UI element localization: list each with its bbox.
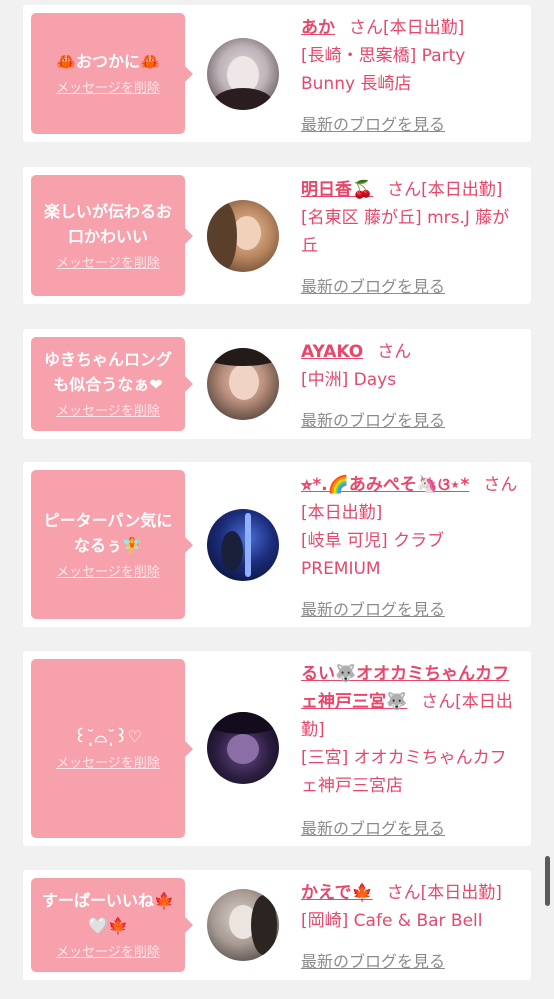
message-bubble: すーぱーいいね🍁🤍🍁 メッセージを削除 xyxy=(31,878,193,972)
shop-name: [中洲] Days xyxy=(301,370,397,390)
shop-name: [長崎・思案橋] Party Bunny 長崎店 xyxy=(301,46,466,94)
avatar[interactable] xyxy=(207,348,279,420)
girl-info: ⭐︎*.🌈あみぺそ🦄ଓ⋆* さん [本日出勤] [岐阜 可児] クラブPREMIUM xyxy=(301,471,523,583)
message-bubble: ゆきちゃんロングも似合うなぁ❤ メッセージを削除 xyxy=(31,337,193,431)
message-bubble: 🦀おつかに🦀 メッセージを削除 xyxy=(31,13,193,134)
delete-message-link[interactable]: メッセージを削除 xyxy=(56,944,160,962)
status-badge: [本日出勤] xyxy=(383,18,465,38)
avatar[interactable] xyxy=(207,200,279,272)
status-badge: [本日出勤] xyxy=(421,180,503,200)
list-item: ゆきちゃんロングも似合うなぁ❤ メッセージを削除 AYAKO さん [中洲] Da… xyxy=(23,329,531,439)
latest-blog-link[interactable]: 最新のブログを見る xyxy=(301,948,445,972)
honorific: さん xyxy=(483,475,518,495)
girl-info: AYAKO さん [中洲] Days xyxy=(301,338,523,394)
message-text: すーぱーいいね🍁🤍🍁 xyxy=(42,891,174,935)
list-item: ピーターパン気になるぅ🧚 メッセージを削除 ⭐︎*.🌈あみぺそ🦄ଓ⋆* さん [本日… xyxy=(23,462,531,627)
girl-info: 明日香🍒 さん[本日出勤] [名東区 藤が丘] mrs.J 藤が丘 xyxy=(301,176,523,260)
delete-message-link[interactable]: メッセージを削除 xyxy=(56,403,160,421)
girl-info: るい🐺オオカミちゃんカフェ神戸三宮🐺 さん[本日出勤] [三宮] オオカミちゃんカ… xyxy=(301,660,523,800)
honorific: さん xyxy=(377,342,412,362)
honorific: さん xyxy=(386,883,421,903)
list-item: 楽しいが伝わるお口かわいい メッセージを削除 明日香🍒 さん[本日出勤] [名東区… xyxy=(23,167,531,304)
latest-blog-link[interactable]: 最新のブログを見る xyxy=(301,111,445,135)
latest-blog-link[interactable]: 最新のブログを見る xyxy=(301,815,445,839)
scrollbar[interactable] xyxy=(545,856,550,906)
girl-name-link[interactable]: かえで🍁 xyxy=(301,883,373,903)
delete-message-link[interactable]: メッセージを削除 xyxy=(56,80,160,98)
status-badge: [本日出勤] xyxy=(420,883,502,903)
shop-name: [名東区 藤が丘] mrs.J 藤が丘 xyxy=(301,208,510,256)
latest-blog-link[interactable]: 最新のブログを見る xyxy=(301,273,445,297)
message-bubble: ピーターパン気になるぅ🧚 メッセージを削除 xyxy=(31,470,193,619)
avatar[interactable] xyxy=(207,509,279,581)
delete-message-link[interactable]: メッセージを削除 xyxy=(56,255,160,273)
message-bubble: 楽しいが伝わるお口かわいい メッセージを削除 xyxy=(31,175,193,296)
list-item: ꒰˘̩̩̩⌓˘̩̩̩꒱♡ メッセージを削除 るい🐺オオカミちゃんカフェ神戸三宮🐺… xyxy=(23,651,531,846)
honorific: さん xyxy=(349,18,383,38)
shop-name: [三宮] オオカミちゃんカフェ神戸三宮店 xyxy=(301,748,507,796)
list-item: すーぱーいいね🍁🤍🍁 メッセージを削除 かえで🍁 さん[本日出勤] [岡崎] Ca… xyxy=(23,870,531,980)
status-badge: [本日出勤] xyxy=(301,503,383,523)
honorific: さん xyxy=(387,180,422,200)
latest-blog-link[interactable]: 最新のブログを見る xyxy=(301,596,445,620)
girl-info: あか さん[本日出勤] [長崎・思案橋] Party Bunny 長崎店 xyxy=(301,14,523,98)
message-text: ꒰˘̩̩̩⌓˘̩̩̩꒱♡ xyxy=(74,727,142,746)
delete-message-link[interactable]: メッセージを削除 xyxy=(56,755,160,773)
girl-name-link[interactable]: 明日香🍒 xyxy=(301,180,373,200)
avatar[interactable] xyxy=(207,712,279,784)
message-text: 🦀おつかに🦀 xyxy=(56,52,160,71)
girl-name-link[interactable]: ⭐︎*.🌈あみぺそ🦄ଓ⋆* xyxy=(301,475,469,495)
girl-name-link[interactable]: AYAKO xyxy=(301,342,363,362)
honorific: さん xyxy=(421,692,456,712)
delete-message-link[interactable]: メッセージを削除 xyxy=(56,564,160,582)
latest-blog-link[interactable]: 最新のブログを見る xyxy=(301,407,445,431)
girl-info: かえで🍁 さん[本日出勤] [岡崎] Cafe & Bar Bell xyxy=(301,879,523,935)
message-text: ゆきちゃんロングも似合うなぁ❤ xyxy=(43,350,172,394)
message-text: 楽しいが伝わるお口かわいい xyxy=(43,201,172,246)
list-item: 🦀おつかに🦀 メッセージを削除 あか さん[本日出勤] [長崎・思案橋] Part… xyxy=(23,5,531,142)
avatar[interactable] xyxy=(207,889,279,961)
avatar[interactable] xyxy=(207,38,279,110)
message-bubble: ꒰˘̩̩̩⌓˘̩̩̩꒱♡ メッセージを削除 xyxy=(31,659,193,838)
girl-name-link[interactable]: あか xyxy=(301,18,335,38)
message-text: ピーターパン気になるぅ🧚 xyxy=(43,510,173,555)
shop-name: [岐阜 可児] クラブPREMIUM xyxy=(301,531,445,579)
shop-name: [岡崎] Cafe & Bar Bell xyxy=(301,911,483,931)
